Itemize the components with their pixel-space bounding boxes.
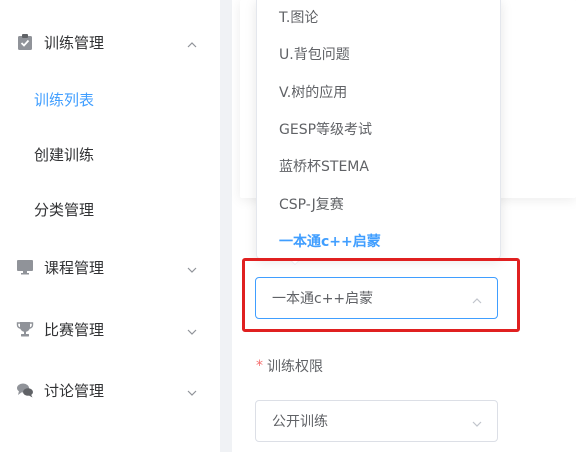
- monitor-icon: [16, 258, 34, 276]
- chevron-up-icon: [186, 36, 198, 48]
- required-mark: *: [256, 358, 263, 374]
- sidebar: 训练管理 训练列表 创建训练 分类管理 课程管理 比赛管理 讨论管理: [0, 0, 220, 452]
- sidebar-item-training-list[interactable]: 训练列表: [0, 77, 220, 121]
- chevron-up-icon: [471, 292, 483, 304]
- sidebar-divider: [220, 0, 232, 452]
- dropdown-option[interactable]: 蓝桥杯STEMA: [257, 149, 500, 183]
- select-value: 一本通c++启蒙: [272, 291, 374, 307]
- menu-group-contest[interactable]: 比赛管理: [0, 307, 220, 351]
- select-value: 公开训练: [272, 414, 328, 430]
- dropdown-option[interactable]: V.树的应用: [257, 75, 500, 109]
- category-select[interactable]: 一本通c++启蒙: [255, 277, 498, 319]
- dropdown-option-label: 蓝桥杯STEMA: [279, 159, 369, 175]
- dropdown-option[interactable]: T.图论: [257, 0, 500, 34]
- chat-bubbles-icon: [16, 381, 34, 399]
- dropdown-option-label: T.图论: [279, 10, 319, 26]
- chevron-down-icon: [186, 261, 198, 273]
- sidebar-item-create-training[interactable]: 创建训练: [0, 132, 220, 176]
- dropdown-option-label: 一本通c++启蒙: [279, 234, 381, 250]
- dropdown-option-label: GESP等级考试: [279, 122, 373, 138]
- dropdown-option[interactable]: GESP等级考试: [257, 112, 500, 146]
- sidebar-item-label: 分类管理: [34, 200, 95, 219]
- dropdown-pointer: [289, 258, 301, 264]
- sidebar-item-label: 训练列表: [34, 90, 95, 109]
- trophy-icon: [16, 320, 34, 338]
- dropdown-option[interactable]: CSP-J复赛: [257, 187, 500, 221]
- chevron-down-icon: [471, 415, 483, 427]
- dropdown-option[interactable]: U.背包问题: [257, 37, 500, 71]
- menu-group-label: 训练管理: [44, 33, 105, 52]
- menu-group-training[interactable]: 训练管理: [0, 20, 220, 64]
- menu-group-label: 比赛管理: [44, 320, 105, 339]
- sidebar-item-category-management[interactable]: 分类管理: [0, 187, 220, 231]
- category-dropdown-menu: T.图论 U.背包问题 V.树的应用 GESP等级考试 蓝桥杯STEMA CSP…: [256, 0, 501, 259]
- menu-group-label: 课程管理: [44, 258, 105, 277]
- menu-group-course[interactable]: 课程管理: [0, 245, 220, 289]
- dropdown-option-label: V.树的应用: [279, 85, 348, 101]
- permission-label-text: 训练权限: [267, 359, 323, 375]
- sidebar-item-label: 创建训练: [34, 145, 95, 164]
- menu-group-discussion[interactable]: 讨论管理: [0, 368, 220, 412]
- menu-group-label: 讨论管理: [44, 381, 105, 400]
- chevron-down-icon: [186, 384, 198, 396]
- chevron-down-icon: [186, 323, 198, 335]
- dropdown-option-label: CSP-J复赛: [279, 197, 344, 213]
- permission-select[interactable]: 公开训练: [255, 400, 498, 442]
- dropdown-option-selected[interactable]: 一本通c++启蒙: [257, 224, 500, 258]
- clipboard-check-icon: [16, 33, 34, 51]
- dropdown-option-label: U.背包问题: [279, 47, 350, 63]
- permission-field-label: * 训练权限: [256, 356, 323, 376]
